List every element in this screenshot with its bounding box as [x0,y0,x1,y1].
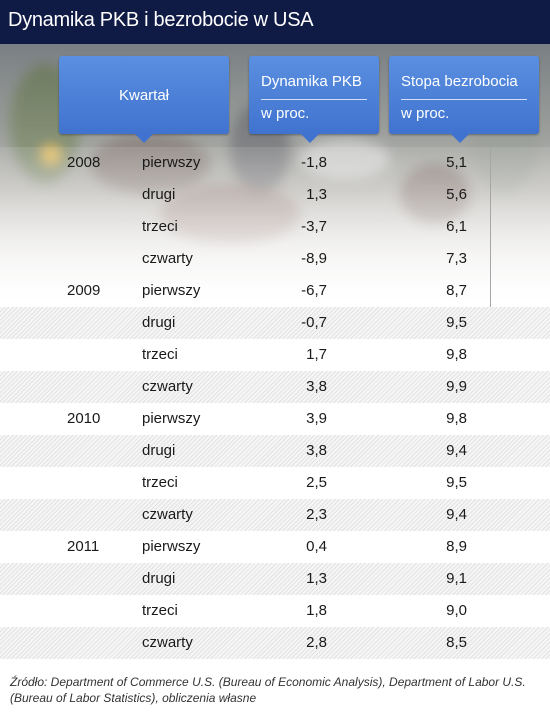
table-row: drugi -0,7 9,5 [0,307,550,339]
header-pointer [301,134,319,143]
row-unemployment-value: 9,5 [446,474,467,491]
row-gdp-value: -6,7 [301,282,327,299]
row-gdp-value: -0,7 [301,314,327,331]
table-row: czwarty 2,3 9,4 [0,499,550,531]
row-gdp-value: 1,3 [306,570,327,587]
row-quarter: trzeci [142,474,178,491]
row-gdp-value: -3,7 [301,218,327,235]
table-row: czwarty 2,8 8,5 [0,627,550,659]
row-quarter: drugi [142,314,176,331]
row-gdp-value: 3,8 [306,442,327,459]
row-quarter: pierwszy [142,154,201,171]
row-gdp-value: 1,3 [306,186,327,203]
table-row: trzeci -3,7 6,1 [0,211,550,243]
header-pointer [451,134,469,143]
row-gdp-value: 1,7 [306,346,327,363]
row-unemployment-value: 7,3 [446,250,467,267]
row-gdp-value: 0,4 [306,538,327,555]
row-gdp-value: -1,8 [301,154,327,171]
table-row: 2010 pierwszy 3,9 9,8 [0,403,550,435]
row-unemployment-value: 8,5 [446,634,467,651]
row-gdp-value: 2,3 [306,506,327,523]
table-row: drugi 1,3 5,6 [0,179,550,211]
header-unemployment-unit: w proc. [401,105,450,122]
row-quarter: drugi [142,442,176,459]
row-quarter: drugi [142,186,176,203]
row-quarter: drugi [142,570,176,587]
row-gdp-value: 3,9 [306,410,327,427]
row-unemployment-value: 8,9 [446,538,467,555]
row-unemployment-value: 9,4 [446,506,467,523]
table-row: trzeci 1,8 9,0 [0,595,550,627]
row-gdp-value: 3,8 [306,378,327,395]
row-quarter: czwarty [142,634,193,651]
row-gdp-value: 2,5 [306,474,327,491]
row-unemployment-value: 5,1 [446,154,467,171]
table-row: czwarty 3,8 9,9 [0,371,550,403]
header-quarter-label: Kwartał [118,87,170,104]
header-unemployment-label: Stopa bezrobocia [401,73,518,90]
row-unemployment-value: 5,6 [446,186,467,203]
row-unemployment-value: 9,5 [446,314,467,331]
row-year: 2009 [67,282,101,299]
row-quarter: czwarty [142,250,193,267]
row-quarter: czwarty [142,506,193,523]
row-unemployment-value: 9,1 [446,570,467,587]
row-gdp-value: -8,9 [301,250,327,267]
row-unemployment-value: 9,0 [446,602,467,619]
row-year: 2008 [67,154,101,171]
page-title: Dynamika PKB i bezrobocie w USA [8,9,314,31]
header-unemployment: Stopa bezrobocia w proc. [389,56,539,143]
row-unemployment-value: 9,8 [446,346,467,363]
row-unemployment-value: 8,7 [446,282,467,299]
table-row: 2009 pierwszy -6,7 8,7 [0,275,550,307]
row-unemployment-value: 9,8 [446,410,467,427]
title-bar: Dynamika PKB i bezrobocie w USA [0,0,550,44]
row-quarter: pierwszy [142,282,201,299]
source-note: Źródło: Department of Commerce U.S. (Bur… [10,675,526,705]
table-row: czwarty -8,9 7,3 [0,243,550,275]
row-unemployment-value: 6,1 [446,218,467,235]
row-quarter: trzeci [142,218,178,235]
header-divider [261,99,367,100]
row-gdp-value: 1,8 [306,602,327,619]
row-year: 2011 [67,538,100,555]
row-quarter: pierwszy [142,410,201,427]
header-pointer [135,134,153,143]
row-quarter: pierwszy [142,538,201,555]
data-table: 2008 pierwszy -1,8 5,1 drugi 1,3 5,6 trzeci -3,7… [0,147,550,659]
row-gdp-value: 2,8 [306,634,327,651]
header-quarter: Kwartał [59,56,229,143]
header-divider [401,99,527,100]
row-quarter: trzeci [142,602,178,619]
header-gdp-label: Dynamika PKB [261,73,362,90]
header-gdp: Dynamika PKB w proc. [249,56,379,143]
table-row: trzeci 2,5 9,5 [0,467,550,499]
table-row: trzeci 1,7 9,8 [0,339,550,371]
row-quarter: czwarty [142,378,193,395]
header-gdp-unit: w proc. [261,105,310,122]
row-unemployment-value: 9,4 [446,442,467,459]
row-quarter: trzeci [142,346,178,363]
row-year: 2010 [67,410,101,427]
row-unemployment-value: 9,9 [446,378,467,395]
table-row: drugi 3,8 9,4 [0,435,550,467]
table-row: 2011 pierwszy 0,4 8,9 [0,531,550,563]
table-row: drugi 1,3 9,1 [0,563,550,595]
table-row: 2008 pierwszy -1,8 5,1 [0,147,550,179]
